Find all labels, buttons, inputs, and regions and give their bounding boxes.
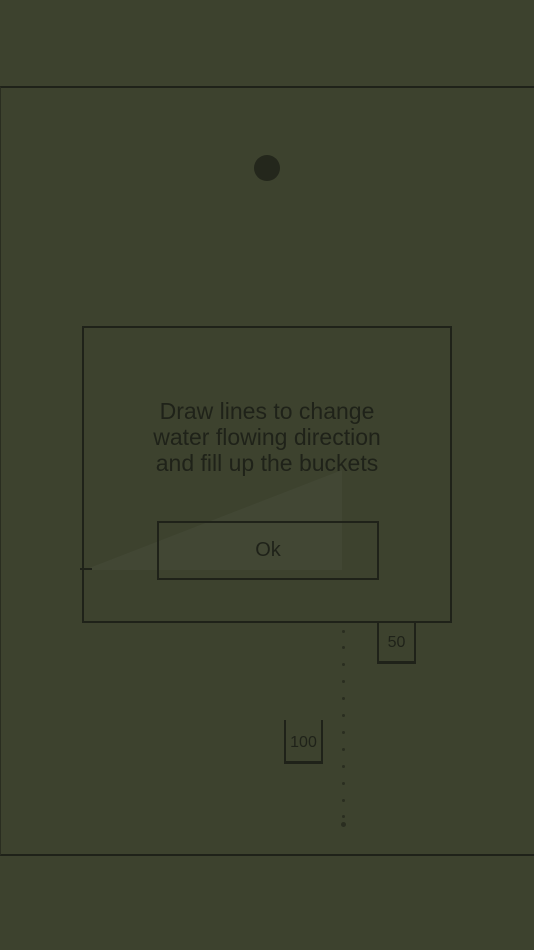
bucket-50: 50 [377, 622, 416, 664]
bucket-label: 100 [290, 734, 317, 751]
instructions-line-1: Draw lines to change [159, 398, 375, 424]
water-drops [341, 630, 346, 830]
water-source-dot [254, 155, 280, 181]
ok-button[interactable]: Ok [157, 521, 379, 580]
bucket-100: 100 [284, 720, 323, 764]
instructions-text: Draw lines to change water flowing direc… [84, 398, 450, 476]
bucket-label: 50 [387, 634, 406, 651]
instructions-line-2: water flowing direction [153, 424, 381, 450]
instructions-dialog: Draw lines to change water flowing direc… [82, 326, 452, 623]
instructions-line-3: and fill up the buckets [155, 450, 379, 476]
